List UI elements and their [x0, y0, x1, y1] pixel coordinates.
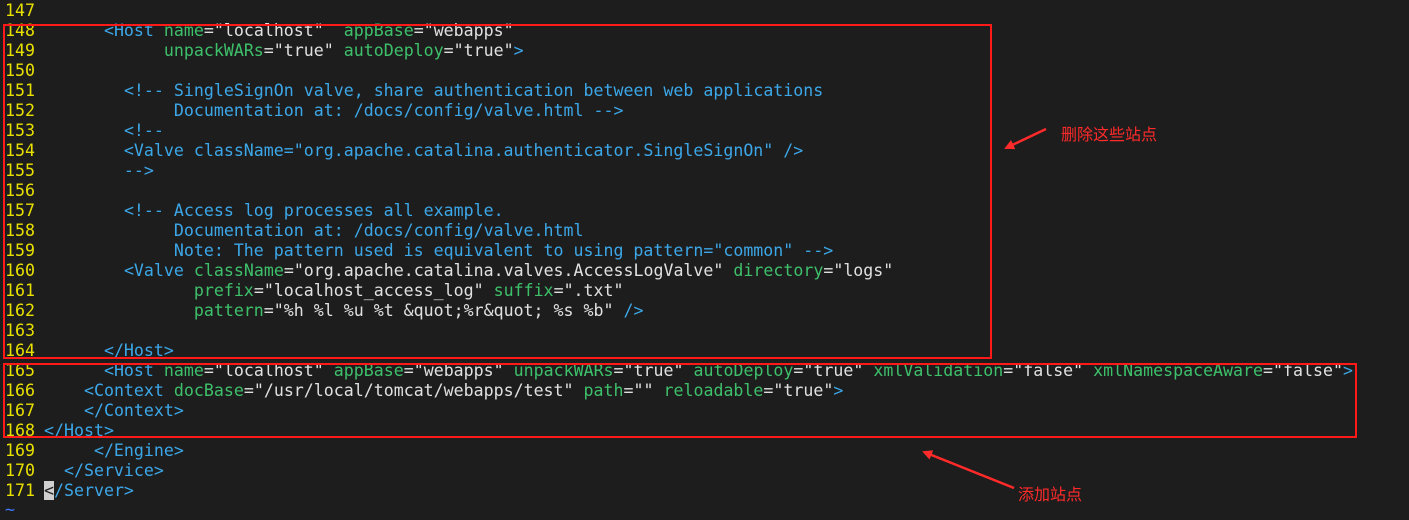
add-site-label: 添加站点	[1018, 485, 1083, 504]
annotation-arrows	[922, 127, 1047, 490]
delete-arrow	[1004, 127, 1047, 150]
add-arrow	[922, 450, 1015, 490]
delete-sites-label: 删除这些站点	[1061, 125, 1158, 144]
